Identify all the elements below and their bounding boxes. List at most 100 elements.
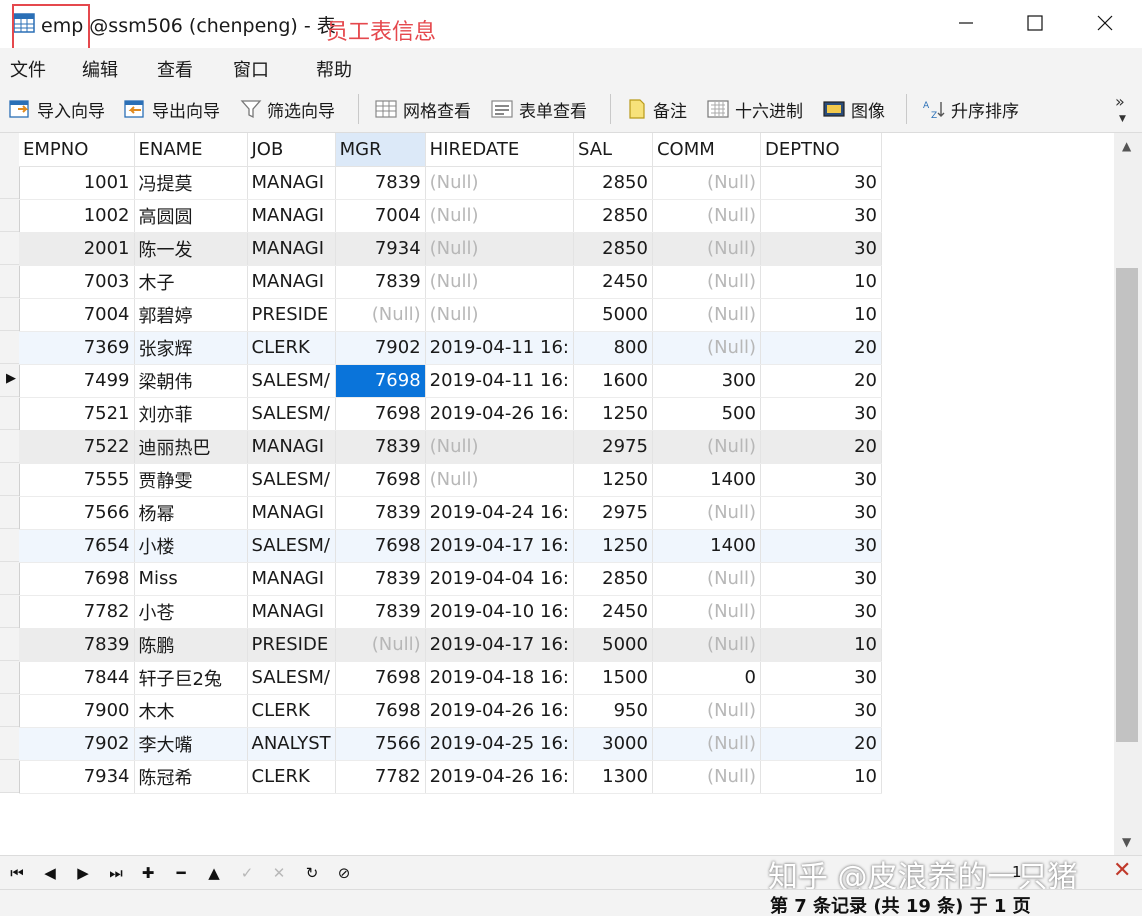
cell-sal[interactable]: 1500: [573, 661, 653, 695]
cell-job[interactable]: MANAGI: [247, 199, 336, 233]
cell-job[interactable]: SALESM/: [247, 364, 336, 398]
cell-deptno[interactable]: 30: [760, 595, 882, 629]
cell-hiredate[interactable]: 2019-04-11 16:: [425, 331, 574, 365]
cell-deptno[interactable]: 30: [760, 529, 882, 563]
cell-comm[interactable]: (Null): [652, 232, 761, 266]
cell-job[interactable]: CLERK: [247, 760, 336, 794]
maximize-button[interactable]: [1000, 0, 1070, 46]
cell-hiredate[interactable]: 2019-04-04 16:: [425, 562, 574, 596]
row-selector[interactable]: [0, 496, 19, 529]
cell-empno[interactable]: 7654: [19, 529, 135, 563]
cell-mgr[interactable]: 7902: [335, 331, 426, 365]
cell-sal[interactable]: 5000: [573, 628, 653, 662]
cell-empno[interactable]: 7900: [19, 694, 135, 728]
cell-mgr[interactable]: 7839: [335, 166, 426, 200]
row-selector[interactable]: [0, 430, 19, 463]
cell-comm[interactable]: (Null): [652, 562, 761, 596]
cell-ename[interactable]: 陈冠希: [134, 760, 248, 794]
row-selector[interactable]: [0, 265, 19, 298]
cell-deptno[interactable]: 30: [760, 463, 882, 497]
row-selector[interactable]: [0, 298, 19, 331]
table-row[interactable]: 7555 贾静雯 SALESM/7698 (Null) 1250 1400 30: [19, 463, 882, 497]
image-button[interactable]: 图像: [822, 96, 885, 122]
page-number-input[interactable]: 1: [1012, 863, 1042, 883]
table-row[interactable]: 7521 刘亦菲 SALESM/7698 2019-04-26 16: 1250 500 3…: [19, 397, 882, 431]
table-row[interactable]: 7369 张家辉 CLERK 7902 2019-04-11 16: 800 (Null) 2…: [19, 331, 882, 365]
memo-button[interactable]: 备注: [626, 96, 687, 122]
cell-comm[interactable]: (Null): [652, 694, 761, 728]
column-header-hiredate[interactable]: HIREDATE: [425, 133, 574, 167]
column-header-sal[interactable]: SAL: [573, 133, 653, 167]
cell-empno[interactable]: 7369: [19, 331, 135, 365]
table-row[interactable]: 7782 小苍 MANAGI 7839 2019-04-10 16: 2450 (Null)…: [19, 595, 882, 629]
cell-ename[interactable]: 梁朝伟: [134, 364, 248, 398]
table-row[interactable]: 7566 杨幂 MANAGI 7839 2019-04-24 16: 2975 (Null)…: [19, 496, 882, 530]
toolbar-dropdown-icon[interactable]: ▼: [1119, 114, 1126, 124]
cell-sal[interactable]: 1300: [573, 760, 653, 794]
scroll-down-icon[interactable]: ▼: [1122, 835, 1131, 849]
cell-job[interactable]: MANAGI: [247, 166, 336, 200]
row-selector[interactable]: [0, 727, 19, 760]
last-record-icon[interactable]: ⏭: [104, 862, 128, 884]
cell-empno[interactable]: 7844: [19, 661, 135, 695]
row-selector[interactable]: [0, 397, 19, 430]
cell-hiredate[interactable]: 2019-04-26 16:: [425, 397, 574, 431]
cell-empno[interactable]: 7782: [19, 595, 135, 629]
cell-hiredate[interactable]: 2019-04-11 16:: [425, 364, 574, 398]
menu-edit[interactable]: 编辑: [82, 56, 118, 82]
close-button[interactable]: [1070, 0, 1140, 46]
table-row[interactable]: 7004 郭碧婷 PRESIDE (Null) (Null) 5000 (Null) 10: [19, 298, 882, 332]
cell-empno[interactable]: 2001: [19, 232, 135, 266]
cell-ename[interactable]: 冯提莫: [134, 166, 248, 200]
cell-mgr[interactable]: 7782: [335, 760, 426, 794]
cell-hiredate[interactable]: (Null): [425, 298, 574, 332]
row-selector[interactable]: [0, 232, 19, 265]
cell-sal[interactable]: 2450: [573, 265, 653, 299]
cell-empno[interactable]: 7004: [19, 298, 135, 332]
cell-job[interactable]: MANAGI: [247, 562, 336, 596]
grid-view-button[interactable]: 网格查看: [374, 96, 471, 122]
cell-job[interactable]: SALESM/: [247, 661, 336, 695]
menu-window[interactable]: 窗口: [233, 56, 269, 82]
table-row[interactable]: 7839 陈鹏 PRESIDE (Null) 2019-04-17 16: 5000 (Nu…: [19, 628, 882, 662]
cell-empno[interactable]: 7698: [19, 562, 135, 596]
cell-empno[interactable]: 7499: [19, 364, 135, 398]
cell-sal[interactable]: 2975: [573, 496, 653, 530]
row-selector[interactable]: [0, 562, 19, 595]
row-selector[interactable]: ▶: [0, 364, 19, 397]
cell-hiredate[interactable]: 2019-04-17 16:: [425, 628, 574, 662]
cell-job[interactable]: CLERK: [247, 694, 336, 728]
table-row[interactable]: 7844 轩子巨2兔 SALESM/7698 2019-04-18 16: 1500 0 3…: [19, 661, 882, 695]
cell-deptno[interactable]: 30: [760, 232, 882, 266]
cell-hiredate[interactable]: (Null): [425, 232, 574, 266]
cell-mgr[interactable]: 7839: [335, 595, 426, 629]
cell-deptno[interactable]: 30: [760, 496, 882, 530]
cell-ename[interactable]: 高圆圆: [134, 199, 248, 233]
cell-ename[interactable]: 陈鹏: [134, 628, 248, 662]
cell-ename[interactable]: 陈一发: [134, 232, 248, 266]
cell-deptno[interactable]: 30: [760, 397, 882, 431]
close-panel-icon[interactable]: ✕: [1113, 858, 1131, 883]
cell-comm[interactable]: 300: [652, 364, 761, 398]
delete-record-icon[interactable]: ━: [169, 862, 193, 884]
table-row[interactable]: 7654 小楼 SALESM/7698 2019-04-17 16: 1250 1400 3…: [19, 529, 882, 563]
cell-comm[interactable]: (Null): [652, 166, 761, 200]
cell-sal[interactable]: 1250: [573, 463, 653, 497]
cell-sal[interactable]: 800: [573, 331, 653, 365]
cell-job[interactable]: SALESM/: [247, 397, 336, 431]
cell-deptno[interactable]: 30: [760, 694, 882, 728]
cell-mgr[interactable]: 7698: [335, 397, 426, 431]
cell-ename[interactable]: 刘亦菲: [134, 397, 248, 431]
cell-deptno[interactable]: 30: [760, 661, 882, 695]
cell-sal[interactable]: 1250: [573, 397, 653, 431]
cell-deptno[interactable]: 30: [760, 166, 882, 200]
cell-comm[interactable]: (Null): [652, 496, 761, 530]
cell-deptno[interactable]: 10: [760, 265, 882, 299]
cell-comm[interactable]: 0: [652, 661, 761, 695]
cell-job[interactable]: CLERK: [247, 331, 336, 365]
cell-sal[interactable]: 2850: [573, 199, 653, 233]
cell-empno[interactable]: 7555: [19, 463, 135, 497]
row-selector[interactable]: [0, 199, 19, 232]
cell-deptno[interactable]: 20: [760, 727, 882, 761]
form-view-button[interactable]: 表单查看: [490, 96, 587, 122]
